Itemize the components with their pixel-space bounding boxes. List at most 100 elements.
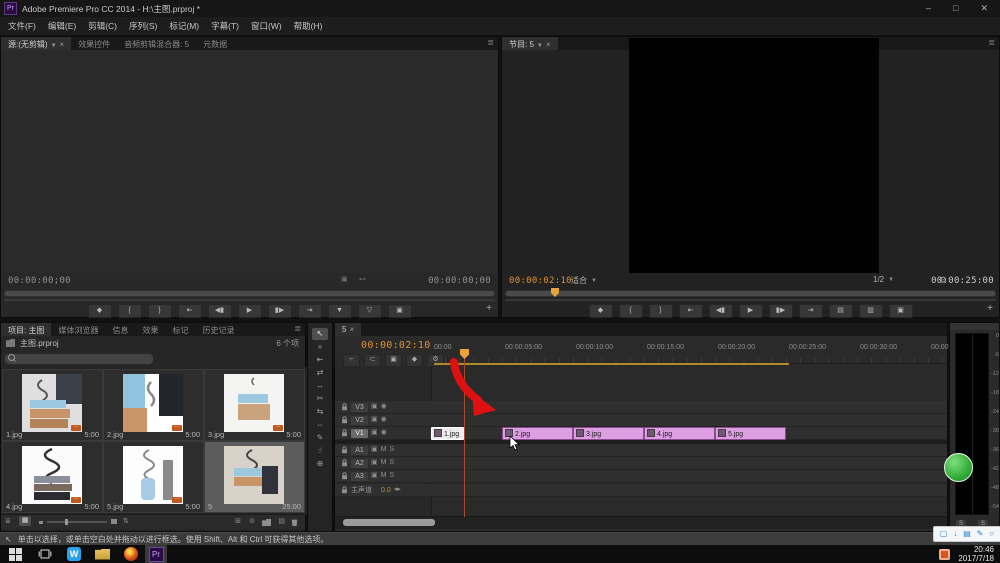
track-V3[interactable]: V3▣◉ [335, 401, 947, 414]
track-name-A3[interactable]: A3 [351, 472, 368, 481]
step-forward-button[interactable]: ▮▶ [769, 304, 793, 318]
menu-item-1[interactable]: 编辑(E) [42, 18, 82, 34]
ripple-edit-tool[interactable]: ⇤ [312, 354, 328, 366]
menu-item-5[interactable]: 字幕(T) [205, 18, 245, 34]
panel-menu-icon[interactable]: ≣ [483, 37, 498, 50]
taskbar-file-explorer-icon[interactable] [95, 549, 110, 560]
project-item-3.jpg[interactable]: ···3.jpg5:00 [204, 369, 305, 441]
mark-in-button[interactable]: { [118, 304, 142, 318]
insert-button[interactable]: ▼ [328, 304, 352, 318]
play-button[interactable]: ▶ [238, 304, 262, 318]
export-frame-button[interactable]: ▣ [889, 304, 913, 318]
slide-tool[interactable]: ⇔ [312, 419, 328, 431]
tab-source-2[interactable]: 音频剪辑混合器: 5 [117, 37, 196, 50]
taskbar-premiere-icon[interactable]: Pr [145, 545, 167, 563]
sync-lock-icon[interactable]: ▣ [371, 429, 378, 437]
play-button[interactable]: ▶ [739, 304, 763, 318]
zoom-in-thumb-icon[interactable] [111, 519, 117, 524]
zoom-tool[interactable]: ⊕ [312, 458, 328, 470]
trash-icon[interactable] [291, 518, 298, 526]
tab-project-3[interactable]: 效果 [135, 323, 165, 336]
go-to-out-button[interactable]: ⇥ [298, 304, 322, 318]
tab-source-3[interactable]: 元数据 [196, 37, 234, 50]
track-output-eye-icon[interactable]: ◉ [381, 403, 387, 411]
track-V2[interactable]: V2▣◉ [335, 414, 947, 427]
menu-item-3[interactable]: 序列(S) [123, 18, 163, 34]
panel-menu-icon[interactable]: ≣ [984, 37, 999, 50]
tab-menu-icon[interactable]: ▼ [51, 43, 57, 49]
mute-button[interactable]: M [381, 459, 387, 467]
tab-close-icon[interactable]: × [546, 40, 551, 49]
menu-item-2[interactable]: 剪辑(C) [82, 18, 123, 34]
tab-project-2[interactable]: 信息 [105, 323, 135, 336]
step-forward-button[interactable]: ▮▶ [268, 304, 292, 318]
automate-to-sequence-icon[interactable]: ⊞ [235, 518, 241, 526]
find-icon[interactable]: ⊘ [249, 518, 255, 526]
program-timecode-current[interactable]: 00:00:02:10 [509, 276, 572, 286]
go-to-in-button[interactable]: ⇤ [178, 304, 202, 318]
go-to-out-button[interactable]: ⇥ [799, 304, 823, 318]
project-item-1.jpg[interactable]: ···1.jpg5:00 [2, 369, 103, 441]
track-select-tool[interactable]: » [312, 341, 328, 353]
project-search-box[interactable] [4, 353, 154, 365]
capture-toolbar-overlay[interactable]: ▢ ↓ ▤ ✎ ○ [933, 526, 1000, 542]
menu-item-7[interactable]: 帮助(H) [288, 18, 329, 34]
timeline-h-scrollbar[interactable] [335, 516, 947, 529]
mark-in-button[interactable]: { [619, 304, 643, 318]
source-button-editor-plus[interactable]: + [486, 303, 492, 314]
rolling-edit-tool[interactable]: ⇄ [312, 367, 328, 379]
overwrite-button[interactable]: ▽ [358, 304, 382, 318]
task-view-icon[interactable] [38, 548, 52, 560]
linked-selection-button[interactable]: ⊂ [364, 354, 381, 367]
program-scrub-bar[interactable] [505, 290, 996, 297]
project-item-4.jpg[interactable]: ···4.jpg5:00 [2, 441, 103, 513]
new-item-icon[interactable]: ▤ [278, 518, 285, 526]
taskbar-wps-icon[interactable]: W [67, 547, 81, 561]
master-level-value[interactable]: 0.0 [381, 487, 391, 494]
capture-circle-icon[interactable]: ○ [989, 527, 994, 541]
clock-time[interactable]: 20:46 [958, 545, 994, 554]
solo-button[interactable]: S [389, 472, 394, 480]
sync-lock-icon[interactable]: ▣ [371, 446, 378, 454]
thumb-size-slider[interactable] [47, 521, 107, 523]
project-item-2.jpg[interactable]: ···2.jpg5:00 [103, 369, 204, 441]
step-back-button[interactable]: ◀▮ [709, 304, 733, 318]
razor-tool[interactable]: ✂ [312, 393, 328, 405]
hand-tool[interactable]: ☝ [312, 445, 328, 457]
sync-lock-icon[interactable]: ▣ [371, 403, 378, 411]
tab-close-icon[interactable]: × [349, 325, 354, 334]
tab-project-0[interactable]: 项目: 主图 [1, 323, 51, 336]
green-badge-overlay[interactable] [944, 453, 973, 482]
track-主声道[interactable]: 主声道0.0◂▸ [335, 484, 947, 497]
sync-lock-button[interactable]: ▣ [385, 354, 402, 367]
source-drag-video-icon[interactable]: ⊷ [359, 276, 366, 284]
clip-1.jpg[interactable]: 1.jpg [431, 427, 464, 440]
timeline-timecode[interactable]: 00:00:02:10 [361, 340, 431, 351]
pen-tool[interactable]: ✎ [312, 432, 328, 444]
snap-button[interactable]: ⌐ [343, 354, 360, 367]
mute-button[interactable]: M [381, 472, 387, 480]
track-name-A1[interactable]: A1 [351, 446, 368, 455]
add-marker-button[interactable]: ◆ [88, 304, 112, 318]
tab-sequence-5[interactable]: 5× [335, 323, 361, 336]
tab-source-1[interactable]: 效果控件 [71, 37, 117, 50]
program-button-editor-plus[interactable]: + [987, 303, 993, 314]
track-name-A2[interactable]: A2 [351, 459, 368, 468]
step-back-button[interactable]: ◀▮ [208, 304, 232, 318]
capture-rect-icon[interactable]: ▢ [940, 527, 948, 541]
track-A2[interactable]: A2▣MS [335, 457, 947, 470]
taskbar-browser-icon[interactable] [124, 547, 138, 561]
tab-source-0[interactable]: 源:(无剪辑)▼× [1, 37, 71, 50]
rate-stretch-tool[interactable]: ↔ [312, 380, 328, 392]
track-name-V3[interactable]: V3 [351, 403, 368, 412]
scrollbar-thumb[interactable] [343, 519, 435, 526]
track-A3[interactable]: A3▣MS [335, 470, 947, 483]
program-resolution-select[interactable]: 1/2▼ [870, 275, 897, 284]
search-input[interactable] [18, 354, 147, 364]
tab-project-5[interactable]: 历史记录 [195, 323, 241, 336]
panel-menu-icon[interactable]: ≣ [290, 323, 305, 336]
sort-icons-button[interactable]: ⇅ [123, 518, 129, 526]
menu-item-0[interactable]: 文件(F) [2, 18, 42, 34]
lift-button[interactable]: ▤ [829, 304, 853, 318]
new-bin-icon[interactable] [262, 519, 271, 526]
